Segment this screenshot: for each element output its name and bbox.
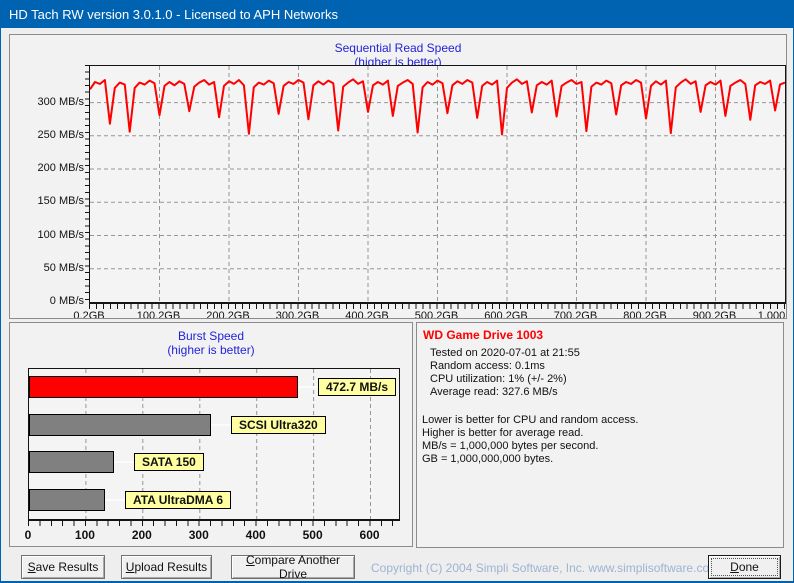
- burst-x-tick-label: 400: [245, 528, 266, 542]
- y-tick-label: 100 MB/s: [37, 228, 84, 241]
- x-tick-label: 900.2GB: [692, 310, 737, 319]
- burst-bar: [29, 413, 211, 436]
- x-tick-label: 400.2GB: [345, 310, 389, 319]
- sequential-read-chart: [89, 65, 786, 304]
- note-line: Lower is better for CPU and random acces…: [422, 414, 639, 426]
- burst-x-axis-minor-ticks: [28, 521, 399, 526]
- bar-label-connector: [211, 423, 231, 426]
- x-tick-label: 600.2GB: [484, 310, 528, 319]
- y-tick-label: 0 MB/s: [49, 295, 84, 307]
- sequential-chart-title: Sequential Read Speed: [334, 41, 462, 55]
- done-button[interactable]: Done: [708, 555, 781, 579]
- burst-speed-panel: Burst Speed (higher is better) 472.7 MB/…: [9, 322, 413, 547]
- burst-x-tick-label: 300: [188, 528, 209, 542]
- y-tick-label: 200 MB/s: [37, 162, 84, 175]
- x-tick-label: 300.2GB: [275, 310, 320, 319]
- y-tick-label: 50 MB/s: [43, 261, 84, 274]
- x-tick-label: 700.2GB: [553, 310, 598, 319]
- x-tick-label: 100.2GB: [136, 310, 181, 319]
- x-tick-label: 1,000.2GB: [757, 310, 786, 319]
- y-tick-label: 250 MB/s: [37, 128, 84, 141]
- title-bar: HD Tach RW version 3.0.1.0 - Licensed to…: [1, 1, 793, 28]
- save-results-button[interactable]: Save Results: [21, 555, 105, 579]
- drive-info-panel: WD Game Drive 1003 Tested on 2020-07-01 …: [416, 322, 784, 548]
- upload-results-button[interactable]: Upload Results: [121, 555, 212, 579]
- burst-x-tick-label: 600: [359, 528, 380, 542]
- burst-x-tick-label: 200: [131, 528, 152, 542]
- window-title: HD Tach RW version 3.0.1.0 - Licensed to…: [9, 7, 338, 22]
- burst-speed-chart: 472.7 MB/s SCSI Ultra320 SATA 150 ATA Ultra…: [28, 368, 400, 521]
- bar-label: SATA 150: [134, 453, 204, 471]
- burst-bar: [29, 488, 105, 511]
- burst-x-tick-label: 0: [24, 528, 32, 542]
- app-window: HD Tach RW version 3.0.1.0 - Licensed to…: [0, 0, 794, 583]
- x-tick-label: 800.2GB: [623, 310, 667, 319]
- burst-bar: [29, 451, 114, 473]
- bar-label-connector: [298, 386, 318, 388]
- drive-name: WD Game Drive 1003: [423, 328, 544, 342]
- x-tick-label: 500.2GB: [414, 310, 459, 319]
- cpu-utilization-line: CPU utilization: 1% (+/- 2%): [430, 373, 567, 385]
- y-tick-label: 150 MB/s: [37, 195, 84, 208]
- bar-label: ATA UltraDMA 6: [125, 490, 231, 509]
- upload-results-label: Upload Results: [125, 560, 208, 574]
- y-axis-minor-ticks: [85, 65, 89, 303]
- burst-chart-title: Burst Speed: [177, 329, 245, 343]
- x-axis-minor-ticks: [89, 304, 785, 309]
- done-label: Done: [730, 560, 759, 574]
- bar-label-connector: [105, 498, 125, 501]
- copyright-text: Copyright (C) 2004 Simpli Software, Inc.…: [371, 561, 720, 575]
- note-line: Higher is better for average read.: [422, 427, 584, 439]
- sequential-read-panel: Sequential Read Speed (higher is better)…: [9, 34, 787, 319]
- bar-label: 472.7 MB/s: [318, 378, 397, 396]
- tested-on-line: Tested on 2020-07-01 at 21:55: [430, 347, 580, 359]
- burst-x-tick-label: 500: [302, 528, 323, 542]
- compare-another-drive-label: Compare Another Drive: [245, 553, 341, 581]
- burst-bar: [29, 376, 298, 398]
- bar-label-connector: [114, 461, 134, 463]
- burst-chart-subtitle: (higher is better): [167, 343, 255, 357]
- burst-x-tick-label: 100: [74, 528, 95, 542]
- note-line: GB = 1,000,000,000 bytes.: [422, 453, 554, 465]
- random-access-line: Random access: 0.1ms: [430, 360, 545, 372]
- sequential-read-line-plot: [90, 66, 785, 302]
- average-read-line: Average read: 327.6 MB/s: [430, 386, 558, 398]
- y-tick-label: 300 MB/s: [37, 95, 84, 108]
- bar-label: SCSI Ultra320: [231, 415, 326, 434]
- note-line: MB/s = 1,000,000 bytes per second.: [422, 440, 599, 452]
- compare-another-drive-button[interactable]: Compare Another Drive: [231, 553, 355, 581]
- x-tick-label: 200.2GB: [206, 310, 250, 319]
- x-tick-label: 0.2GB: [73, 310, 105, 319]
- save-results-label: Save Results: [27, 560, 99, 574]
